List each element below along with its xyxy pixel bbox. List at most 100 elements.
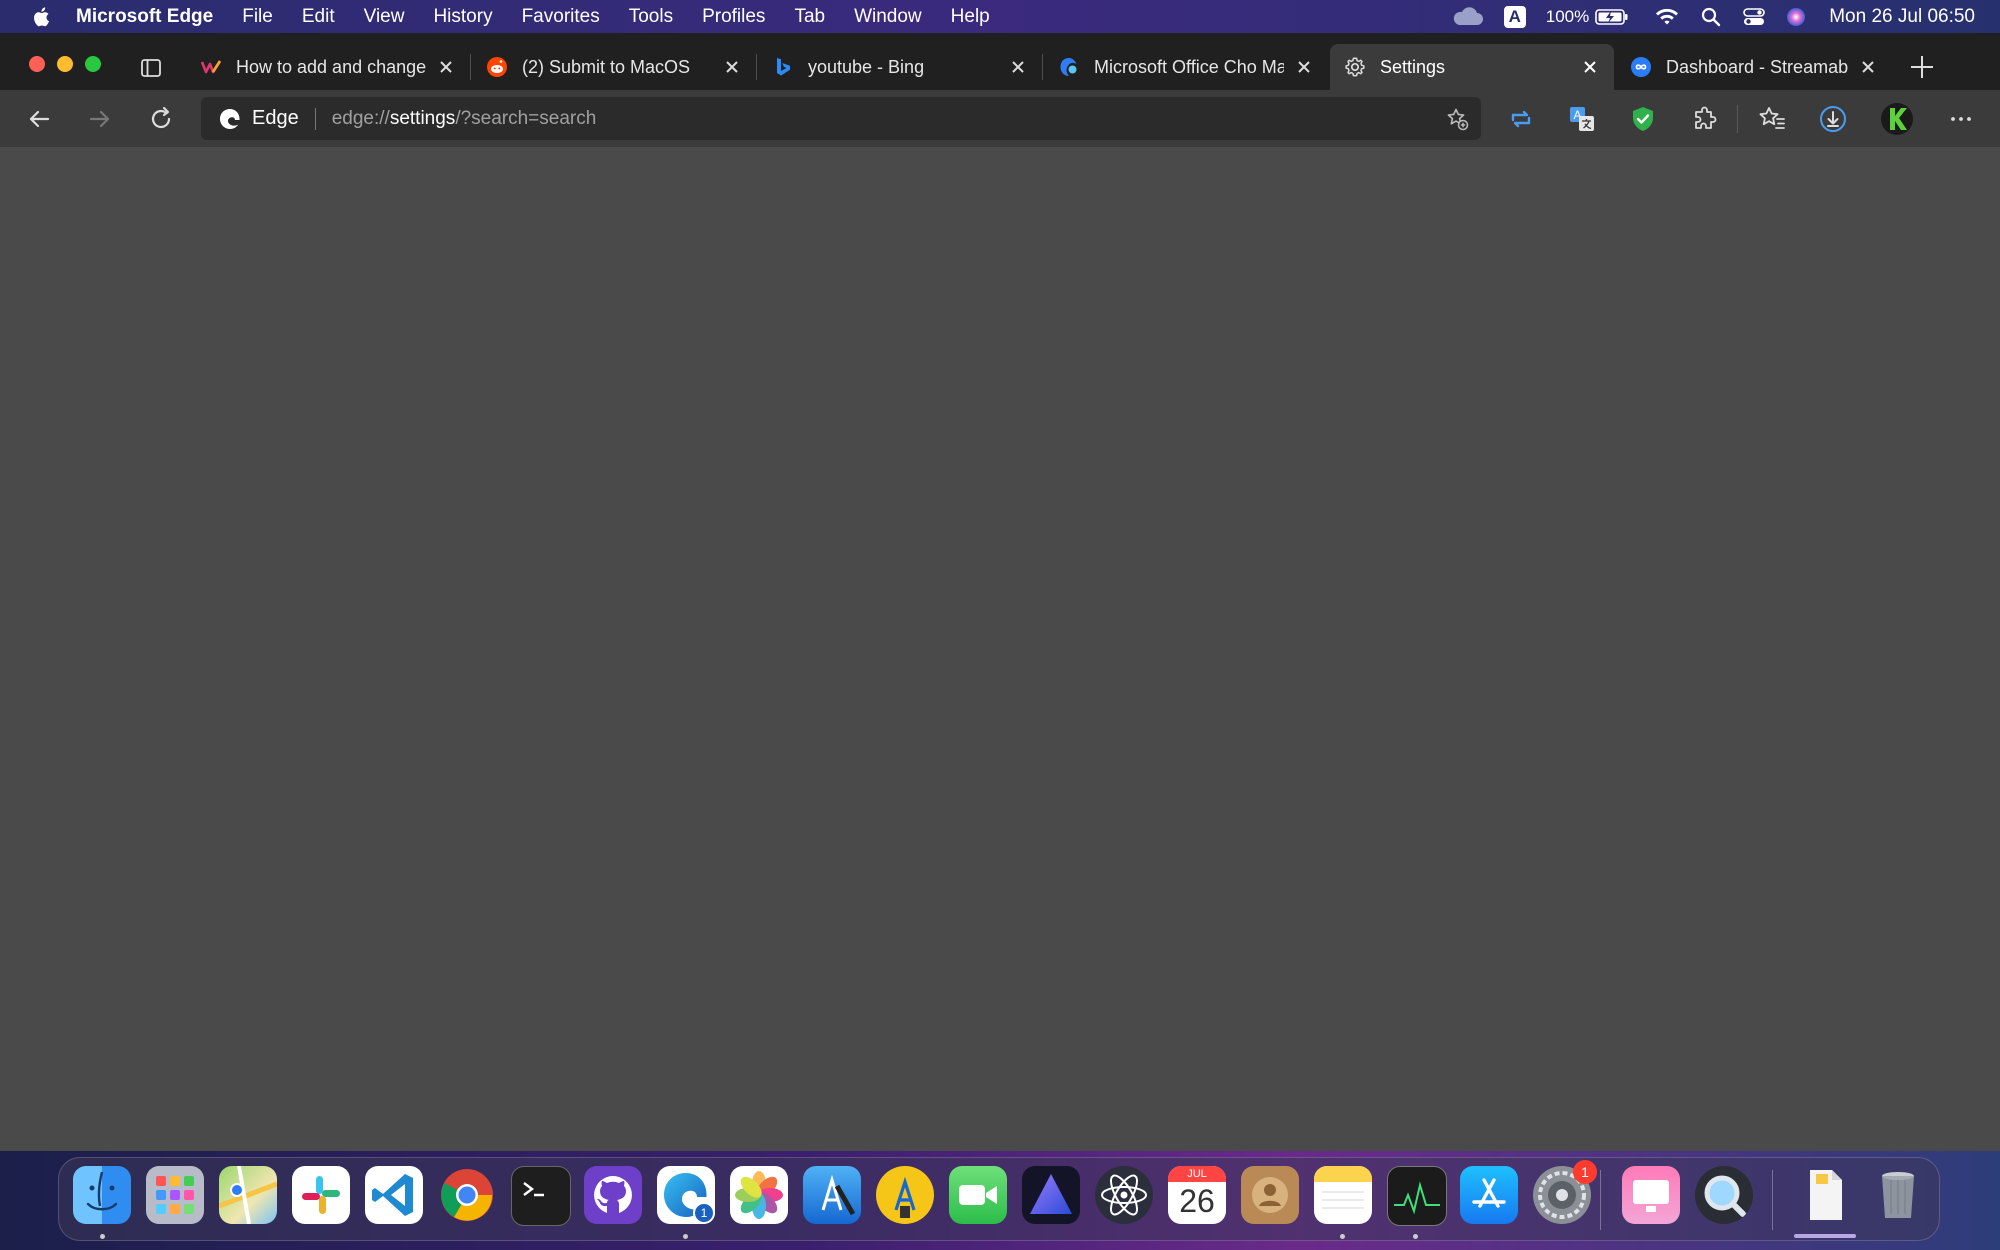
address-bar-divider xyxy=(314,107,316,130)
close-icon[interactable] xyxy=(1858,57,1878,77)
menu-help[interactable]: Help xyxy=(951,6,990,28)
dock-documents-stack[interactable] xyxy=(1796,1166,1854,1224)
more-options-icon[interactable] xyxy=(1946,104,1976,134)
macos-menubar: Microsoft Edge File Edit View History Fa… xyxy=(0,0,2000,33)
close-icon[interactable] xyxy=(1580,57,1600,77)
menu-window[interactable]: Window xyxy=(854,6,922,28)
battery-charging-icon[interactable] xyxy=(1595,8,1629,26)
atom-icon xyxy=(1101,1174,1147,1216)
apple-logo-icon[interactable] xyxy=(30,5,54,29)
window-minimize-button[interactable] xyxy=(57,56,73,72)
dock-screens[interactable] xyxy=(1622,1166,1680,1224)
dock-chrome[interactable] xyxy=(438,1166,496,1224)
streamable-icon xyxy=(1631,57,1651,77)
dock-slack[interactable] xyxy=(292,1166,350,1224)
dock-launchpad[interactable] xyxy=(146,1166,204,1224)
chrome-icon xyxy=(441,1169,493,1221)
window-zoom-button[interactable] xyxy=(85,56,101,72)
running-indicator xyxy=(683,1234,688,1239)
menubar-clock[interactable]: Mon 26 Jul 06:50 xyxy=(1829,6,1975,28)
tab-office[interactable]: Microsoft Office Cho Ma xyxy=(1044,44,1328,90)
menu-edit[interactable]: Edit xyxy=(302,6,335,28)
spotlight-search-icon[interactable] xyxy=(1701,7,1721,27)
tab-settings[interactable]: Settings xyxy=(1330,44,1614,90)
menubar-app-name[interactable]: Microsoft Edge xyxy=(76,6,213,28)
tab-reddit[interactable]: (2) Submit to MacOS xyxy=(472,44,757,90)
dock-terminal[interactable] xyxy=(511,1166,571,1226)
trash-icon xyxy=(1882,1172,1914,1218)
dock-facetime[interactable] xyxy=(949,1166,1007,1224)
profile-avatar[interactable] xyxy=(1880,102,1914,136)
tab-strip: How to add and change (2) Submit to MacO… xyxy=(0,33,2000,90)
menu-history[interactable]: History xyxy=(433,6,492,28)
url-host: settings xyxy=(389,107,456,129)
close-icon[interactable] xyxy=(436,57,456,77)
address-bar[interactable]: Edge edge://settings/?search=search xyxy=(201,97,1481,140)
translate-icon[interactable]: A xyxy=(1567,104,1597,134)
instruments-icon xyxy=(894,1176,916,1218)
dock-notes[interactable] xyxy=(1314,1166,1372,1224)
dock-prism[interactable] xyxy=(1022,1166,1080,1224)
back-button[interactable] xyxy=(24,104,54,134)
downloads-icon[interactable] xyxy=(1818,104,1848,134)
dock-edge[interactable]: 1 xyxy=(657,1166,715,1224)
dock-photos[interactable] xyxy=(730,1166,788,1224)
dock-finder[interactable] xyxy=(73,1166,131,1224)
close-icon[interactable] xyxy=(1008,57,1028,77)
favorites-icon[interactable] xyxy=(1757,104,1787,134)
dock-app-store[interactable] xyxy=(1460,1166,1518,1224)
toolbar-divider xyxy=(1737,105,1738,133)
close-icon[interactable] xyxy=(1294,57,1314,77)
running-indicator xyxy=(1413,1234,1418,1239)
menu-file[interactable]: File xyxy=(242,6,273,28)
close-icon[interactable] xyxy=(722,57,742,77)
system-preferences-badge: 1 xyxy=(1573,1160,1597,1184)
url-scheme: edge:// xyxy=(331,107,390,129)
new-tab-button[interactable] xyxy=(1906,51,1938,83)
refresh-button[interactable] xyxy=(146,104,176,134)
control-center-icon[interactable] xyxy=(1743,7,1766,27)
tab-title: Settings xyxy=(1380,56,1446,77)
siri-icon[interactable] xyxy=(1785,6,1807,28)
tab-webflow[interactable]: How to add and change xyxy=(186,44,471,90)
add-favorite-icon[interactable] xyxy=(1445,107,1469,131)
forward-button[interactable] xyxy=(85,104,115,134)
tab-bing[interactable]: youtube - Bing xyxy=(758,44,1043,90)
facetime-icon xyxy=(959,1185,997,1205)
menu-view[interactable]: View xyxy=(364,6,405,28)
office-icon xyxy=(1060,58,1077,76)
dock-calendar[interactable]: JUL 26 xyxy=(1168,1166,1226,1224)
dock-activity-monitor[interactable] xyxy=(1387,1166,1447,1226)
dock-quicktime[interactable] xyxy=(1695,1166,1753,1224)
dock-instruments[interactable] xyxy=(876,1166,934,1224)
dock-vscode[interactable] xyxy=(365,1166,423,1224)
dock-maps[interactable] xyxy=(219,1166,277,1224)
dock-contacts[interactable] xyxy=(1241,1166,1299,1224)
dock-atom[interactable] xyxy=(1095,1166,1153,1224)
shield-icon[interactable] xyxy=(1628,104,1658,134)
calendar-day: 26 xyxy=(1179,1183,1215,1219)
tab-streamable[interactable]: Dashboard - Streamable xyxy=(1616,44,1892,90)
menu-tools[interactable]: Tools xyxy=(629,6,673,28)
sync-icon[interactable] xyxy=(1506,104,1536,134)
dock-github-desktop[interactable] xyxy=(584,1166,642,1224)
activity-monitor-icon xyxy=(1394,1181,1440,1215)
menu-tab[interactable]: Tab xyxy=(794,6,825,28)
edge-dock-badge: 1 xyxy=(693,1202,715,1224)
tab-title: youtube - Bing xyxy=(808,56,925,77)
extensions-icon[interactable] xyxy=(1689,104,1719,134)
dock-xcode[interactable] xyxy=(803,1166,861,1224)
input-source-icon[interactable]: A xyxy=(1503,5,1526,28)
github-icon xyxy=(594,1176,632,1213)
dock-system-preferences[interactable]: 1 xyxy=(1533,1160,1597,1224)
launchpad-icon xyxy=(156,1176,194,1214)
tab-separator xyxy=(1042,54,1043,80)
wifi-icon[interactable] xyxy=(1655,7,1679,27)
dock-trash[interactable] xyxy=(1869,1166,1927,1224)
tab-actions-icon[interactable] xyxy=(138,55,164,81)
cloud-icon[interactable] xyxy=(1450,6,1484,27)
menubar-status-area: A 100% Mon 26 Jul 06:50 xyxy=(1430,0,2000,33)
window-close-button[interactable] xyxy=(29,56,45,72)
menu-profiles[interactable]: Profiles xyxy=(702,6,765,28)
menu-favorites[interactable]: Favorites xyxy=(522,6,600,28)
